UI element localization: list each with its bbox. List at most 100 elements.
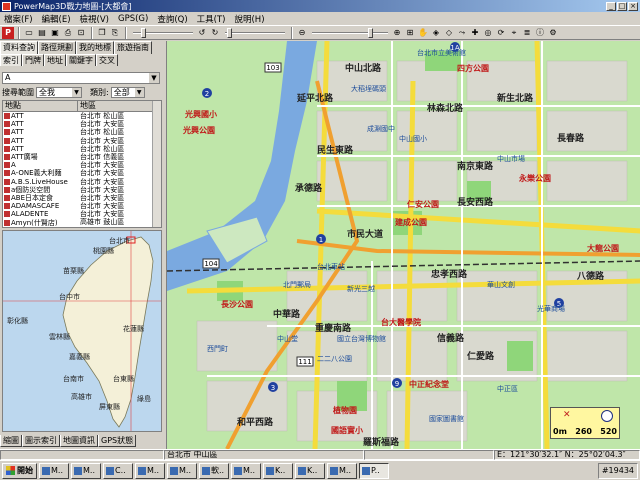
list-item[interactable]: ATT 台北市 松山區 xyxy=(3,112,161,120)
paste-icon[interactable]: ⎘ xyxy=(109,27,121,39)
view-3d-icon[interactable]: ◈ xyxy=(430,27,442,39)
zoom-in-icon[interactable]: ⊕ xyxy=(391,27,403,39)
rotate-slider[interactable] xyxy=(225,27,285,38)
tab-address[interactable]: 地址 xyxy=(44,54,66,66)
slider-thumb[interactable] xyxy=(227,27,232,38)
new-icon[interactable]: ▭ xyxy=(23,27,35,39)
minimize-button[interactable]: _ xyxy=(606,1,616,11)
zoom-out-icon[interactable]: ⊖ xyxy=(296,27,308,39)
taskbar-item[interactable]: M.. xyxy=(39,462,69,479)
list-item[interactable]: ATT 台北市 大安區 xyxy=(3,120,161,128)
result-list[interactable]: 地點 地區 ATT 台北市 松山區 ATT 台北市 大安區 ATT 台北市 松山區 ATT 台… xyxy=(2,100,162,228)
zoom-window-icon[interactable]: ⊞ xyxy=(404,27,416,39)
tab-travel-guide[interactable]: 旅遊指南 xyxy=(114,41,152,54)
copy-icon[interactable]: ❐ xyxy=(96,27,108,39)
layers-icon[interactable]: ≣ xyxy=(521,27,533,39)
list-item[interactable]: ALADENTE 台北市 大安區 xyxy=(3,210,161,218)
tilt-slider[interactable] xyxy=(133,27,193,38)
slider-thumb[interactable] xyxy=(368,27,373,38)
chevron-down-icon[interactable]: ▼ xyxy=(134,87,144,97)
tab-route-planning[interactable]: 路徑規劃 xyxy=(38,41,76,54)
menu-query[interactable]: 查詢(Q) xyxy=(157,13,187,25)
tab-icon-index[interactable]: 圖示索引 xyxy=(22,435,60,447)
tab-gps-status[interactable]: GPS狀態 xyxy=(98,435,137,447)
list-item[interactable]: A-ONE義大利麵 台北市 大安區 xyxy=(3,169,161,177)
chevron-down-icon[interactable]: ▼ xyxy=(72,87,81,97)
tab-data-query[interactable]: 資料查詢 xyxy=(0,41,38,54)
compass-icon[interactable] xyxy=(601,410,613,422)
road-label: 承德路 xyxy=(295,182,323,194)
open-icon[interactable]: ▤ xyxy=(36,27,48,39)
road-label: 延平北路 xyxy=(296,92,334,104)
list-item[interactable]: A.B.S.LiveHouse 台北市 大安區 xyxy=(3,178,161,186)
refresh-icon[interactable]: ⟳ xyxy=(495,27,507,39)
rotate-left-icon[interactable]: ↺ xyxy=(196,27,208,39)
print-icon[interactable]: ⎙ xyxy=(62,27,74,39)
application-window: PowerMap3D戰力地圖-[大都會] _ □ × 檔案(F) 編輯(E) 檢… xyxy=(0,0,640,480)
overview-map[interactable]: 台北市 桃園縣 苗栗縣 台中市 彰化縣 雲林縣 嘉義縣 台南市 高雄市 屏東縣 … xyxy=(2,230,162,432)
menu-view[interactable]: 檢視(V) xyxy=(80,13,109,25)
list-item[interactable]: ATT 台北市 松山區 xyxy=(3,145,161,153)
tab-intersection[interactable]: 交叉 xyxy=(96,54,118,66)
rotate-right-icon[interactable]: ↻ xyxy=(209,27,221,39)
taskbar-item[interactable]: 軟.. xyxy=(199,462,229,479)
taskbar-item[interactable]: M.. xyxy=(231,462,261,479)
info-icon[interactable]: ⓘ xyxy=(534,27,546,39)
measure-icon[interactable]: ✚ xyxy=(469,27,481,39)
chevron-down-icon[interactable]: ▼ xyxy=(149,73,159,83)
menu-edit[interactable]: 編輯(E) xyxy=(42,13,71,25)
type-select[interactable]: 全部 ▼ xyxy=(110,86,145,98)
taskbar-item[interactable]: K.. xyxy=(263,462,293,479)
center-icon[interactable]: ◎ xyxy=(482,27,494,39)
list-item[interactable]: ATT 台北市 松山區 xyxy=(3,128,161,136)
start-button[interactable]: 開始 xyxy=(2,462,37,479)
list-item[interactable]: Amyn(中正店) 高雄市 苓雅區 xyxy=(3,227,161,228)
print-preview-icon[interactable]: ⊡ xyxy=(75,27,87,39)
taskbar-item[interactable]: M.. xyxy=(167,462,197,479)
close-button[interactable]: × xyxy=(628,1,638,11)
list-scrollbar[interactable] xyxy=(152,101,161,227)
pan-hand-icon[interactable]: ✋ xyxy=(417,27,429,39)
menu-tools[interactable]: 工具(T) xyxy=(197,13,226,25)
main-map[interactable]: 103 1 104 111 3 5 9 2 1A 光興國小 光興公園 四方公園 … xyxy=(166,41,640,449)
tab-house-number[interactable]: 門牌 xyxy=(22,54,44,66)
taskbar-item[interactable]: M.. xyxy=(71,462,101,479)
taskbar-item[interactable]: P.. xyxy=(359,462,389,479)
close-icon[interactable]: ✕ xyxy=(563,410,571,420)
taskbar-item[interactable]: K.. xyxy=(295,462,325,479)
save-icon[interactable]: ▣ xyxy=(49,27,61,39)
menu-help[interactable]: 說明(H) xyxy=(234,13,264,25)
list-item[interactable]: ATT 台北市 大安區 xyxy=(3,137,161,145)
list-item[interactable]: Amyn(什賢店) 高雄市 鼓山區 xyxy=(3,218,161,227)
range-select[interactable]: 全我 ▼ xyxy=(36,86,82,98)
list-item[interactable]: ATT廣場 台北市 信義區 xyxy=(3,153,161,161)
road-label: 八德路 xyxy=(576,270,605,282)
railway xyxy=(167,260,640,272)
settings-icon[interactable]: ⚙ xyxy=(547,27,559,39)
road-label: 長安西路 xyxy=(457,196,494,208)
zoom-slider[interactable] xyxy=(312,27,388,38)
tab-map-info[interactable]: 地圖資訊 xyxy=(60,435,98,447)
search-input[interactable]: A ▼ xyxy=(2,72,160,84)
tab-thumbnail[interactable]: 縮圖 xyxy=(0,435,22,447)
route-icon[interactable]: ⤳ xyxy=(456,27,468,39)
taskbar-item[interactable]: M.. xyxy=(327,462,357,479)
column-header-place[interactable]: 地點 xyxy=(3,101,79,111)
tab-my-landmarks[interactable]: 我的地標 xyxy=(76,41,114,54)
gps-icon[interactable]: ⌖ xyxy=(508,27,520,39)
column-header-district[interactable]: 地區 xyxy=(78,101,161,111)
menu-gps[interactable]: GPS(G) xyxy=(118,14,148,24)
taskbar-item[interactable]: C.. xyxy=(103,462,133,479)
list-item[interactable]: ABE日本定食 台北市 大安區 xyxy=(3,194,161,202)
tab-keyword[interactable]: 關鍵字 xyxy=(66,54,96,66)
menu-file[interactable]: 檔案(F) xyxy=(4,13,33,25)
powermap-icon[interactable]: P xyxy=(2,26,14,39)
maximize-button[interactable]: □ xyxy=(617,1,627,11)
list-item[interactable]: a個防災空間 台北市 大安區 xyxy=(3,186,161,194)
view-2d-icon[interactable]: ◇ xyxy=(443,27,455,39)
tab-index[interactable]: 索引 xyxy=(0,54,22,66)
taskbar-item[interactable]: M.. xyxy=(135,462,165,479)
slider-thumb[interactable] xyxy=(141,27,146,38)
list-item[interactable]: ADAMASCAFE 台北市 大安區 xyxy=(3,202,161,210)
list-item[interactable]: A 台北市 大安區 xyxy=(3,161,161,169)
